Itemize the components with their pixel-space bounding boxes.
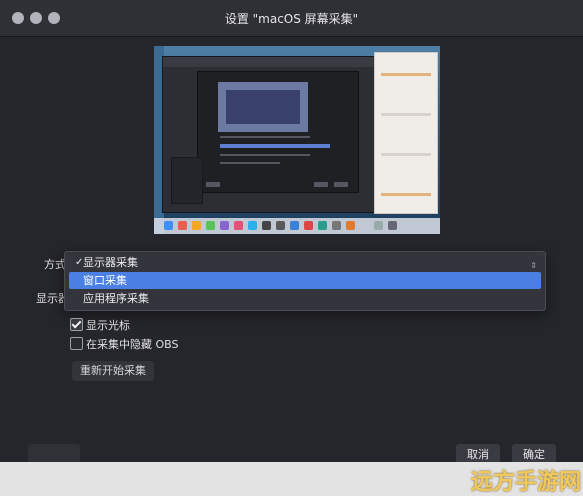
- dock-icon: [332, 221, 341, 230]
- dock-icon: [206, 221, 215, 230]
- show-cursor-checkbox[interactable]: [70, 318, 83, 331]
- title-bar: 设置 "macOS 屏幕采集": [0, 0, 583, 37]
- window-title: 设置 "macOS 屏幕采集": [224, 12, 359, 26]
- dock-icon: [304, 221, 313, 230]
- dock-icon: [234, 221, 243, 230]
- dock-icon: [220, 221, 229, 230]
- method-label: 方式: [44, 258, 66, 271]
- settings-window: 设置 "macOS 屏幕采集" 方式 显示器 ✓ 显示器采集 ⇕ 窗口采集 应用…: [0, 0, 583, 496]
- preview-obs-window: [162, 56, 384, 213]
- dock-icon: [318, 221, 327, 230]
- preview-highlight-row: [220, 144, 330, 148]
- checkmark-icon: ✓: [75, 257, 84, 268]
- show-cursor-label: 显示光标: [86, 319, 130, 332]
- preview-thumbnail: [218, 82, 308, 132]
- dock-icon: [374, 221, 383, 230]
- dock-icon: [346, 221, 355, 230]
- capture-method-dropdown[interactable]: ✓ 显示器采集 ⇕ 窗口采集 应用程序采集: [64, 251, 546, 311]
- preview-settings-dialog: [197, 71, 359, 193]
- dock-icon: [192, 221, 201, 230]
- dock-icon: [164, 221, 173, 230]
- dock-icon: [178, 221, 187, 230]
- dock-icon: [262, 221, 271, 230]
- capture-option-display[interactable]: ✓ 显示器采集 ⇕: [69, 254, 541, 271]
- dock-icon: [276, 221, 285, 230]
- capture-option-window[interactable]: 窗口采集: [69, 272, 541, 289]
- dock-icon: [388, 221, 397, 230]
- preview-dock: [154, 218, 440, 234]
- dock-icon: [248, 221, 257, 230]
- hide-obs-checkbox[interactable]: [70, 337, 83, 350]
- watermark-logo: 远方手游网: [470, 469, 581, 495]
- capture-preview: [154, 46, 440, 234]
- preview-chat-window: [374, 52, 438, 214]
- hide-obs-label: 在采集中隐藏 OBS: [86, 338, 179, 351]
- restart-capture-button[interactable]: 重新开始采集: [72, 361, 154, 381]
- dock-icon: [290, 221, 299, 230]
- capture-option-application[interactable]: 应用程序采集: [69, 290, 541, 307]
- preview-scene-panel: [171, 157, 203, 204]
